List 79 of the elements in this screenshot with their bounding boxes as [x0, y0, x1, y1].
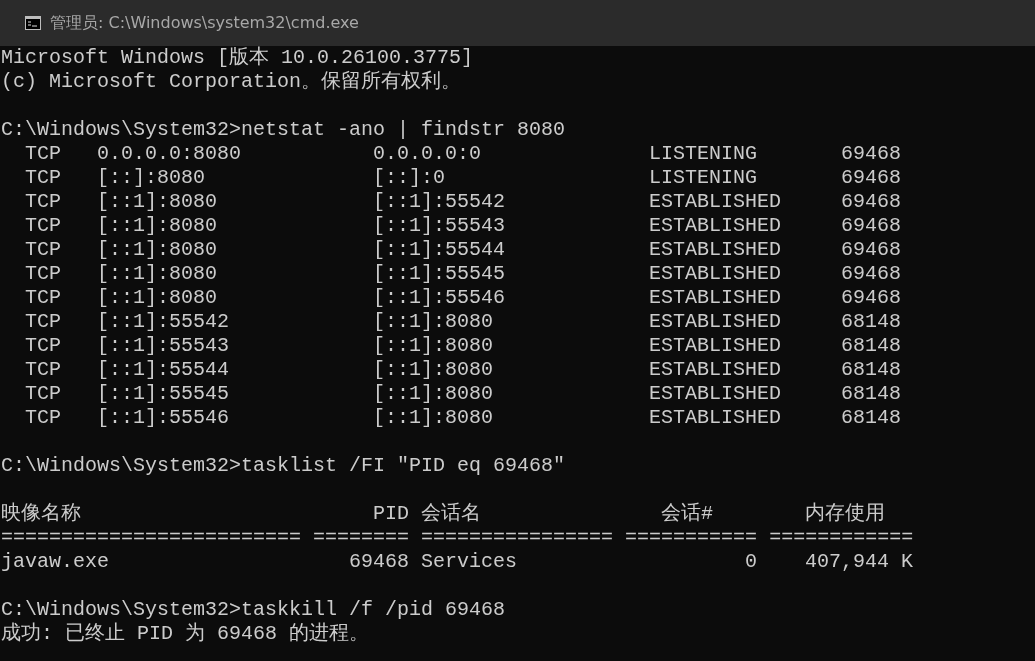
table-cell: [::1]:55543 — [373, 214, 506, 238]
table-cell: [::1]:8080 — [373, 406, 494, 430]
table-cell: TCP — [25, 334, 61, 358]
table-cell: [::1]:8080 — [97, 262, 218, 286]
table-cell: ESTABLISHED — [649, 358, 782, 382]
table-cell: 0.0.0.0:0 — [373, 142, 482, 166]
column-header: 会话名 — [421, 502, 482, 526]
table-cell: 68148 — [841, 406, 902, 430]
table-cell: 0.0.0.0:8080 — [97, 142, 242, 166]
table-cell: [::1]:8080 — [373, 310, 494, 334]
table-cell: [::1]:55544 — [373, 238, 506, 262]
table-cell: [::1]:55543 — [97, 334, 230, 358]
table-cell: ESTABLISHED — [649, 406, 782, 430]
command-line: C:\Windows\System32>netstat -ano | findstr 8080 — [1, 118, 566, 142]
table-cell: [::1]:55544 — [97, 358, 230, 382]
table-cell: 69468 — [841, 214, 902, 238]
table-cell: 0 — [745, 550, 758, 574]
table-cell: ESTABLISHED — [649, 286, 782, 310]
output-line: (c) Microsoft Corporation。保留所有权利。 — [1, 70, 462, 94]
table-cell: TCP — [25, 190, 61, 214]
table-cell: ESTABLISHED — [649, 334, 782, 358]
output-line: 成功: 已终止 PID 为 69468 的进程。 — [1, 622, 370, 646]
table-cell: [::1]:55545 — [97, 382, 230, 406]
table-cell: ESTABLISHED — [649, 238, 782, 262]
table-cell: [::1]:8080 — [373, 334, 494, 358]
table-cell: TCP — [25, 142, 61, 166]
table-cell: ESTABLISHED — [649, 382, 782, 406]
table-cell: 69468 — [841, 190, 902, 214]
output-line: ========================= ======== ================ =========== ============ — [1, 526, 914, 550]
table-cell: TCP — [25, 262, 61, 286]
table-cell: 68148 — [841, 358, 902, 382]
table-cell: TCP — [25, 310, 61, 334]
table-cell: ESTABLISHED — [649, 262, 782, 286]
command-line: C:\Windows\System32>taskkill /f /pid 69468 — [1, 598, 506, 622]
table-cell: Services — [421, 550, 518, 574]
column-header: 内存使用 — [805, 502, 886, 526]
table-cell: 69468 — [841, 238, 902, 262]
table-cell: [::]:8080 — [97, 166, 206, 190]
table-cell: [::1]:8080 — [373, 358, 494, 382]
table-cell: TCP — [25, 166, 61, 190]
table-cell: 68148 — [841, 334, 902, 358]
table-cell: TCP — [25, 214, 61, 238]
table-cell: 69468 — [841, 142, 902, 166]
table-cell: [::1]:55545 — [373, 262, 506, 286]
table-cell: ESTABLISHED — [649, 310, 782, 334]
table-cell: [::1]:55546 — [97, 406, 230, 430]
table-cell: TCP — [25, 238, 61, 262]
column-header: 映像名称 — [1, 502, 81, 526]
command-line: C:\Windows\System32>tasklist /FI "PID eq 69468" — [1, 454, 566, 478]
table-cell: ESTABLISHED — [649, 190, 782, 214]
table-cell: TCP — [25, 406, 61, 430]
table-cell: TCP — [25, 358, 61, 382]
table-cell: 407,944 K — [805, 550, 914, 574]
table-cell: 69468 — [841, 286, 902, 310]
table-cell: [::1]:8080 — [97, 238, 218, 262]
table-cell: LISTENING — [649, 142, 758, 166]
terminal-icon — [25, 16, 41, 30]
table-cell: 69468 — [841, 262, 902, 286]
table-cell: [::1]:55546 — [373, 286, 506, 310]
table-cell: [::1]:55542 — [97, 310, 230, 334]
table-cell: 69468 — [349, 550, 410, 574]
table-cell: 68148 — [841, 382, 902, 406]
table-cell: [::1]:8080 — [97, 286, 218, 310]
window-title: 管理员: C:\Windows\system32\cmd.exe — [50, 12, 359, 34]
table-cell: [::]:0 — [373, 166, 446, 190]
table-cell: LISTENING — [649, 166, 758, 190]
table-cell: TCP — [25, 382, 61, 406]
table-cell: TCP — [25, 286, 61, 310]
table-cell: [::1]:8080 — [97, 190, 218, 214]
table-cell: 69468 — [841, 166, 902, 190]
table-cell: [::1]:8080 — [373, 382, 494, 406]
column-header: PID — [373, 502, 410, 526]
table-cell: [::1]:55542 — [373, 190, 506, 214]
table-cell: javaw.exe — [1, 550, 110, 574]
table-cell: [::1]:8080 — [97, 214, 218, 238]
output-line: Microsoft Windows [版本 10.0.26100.3775] — [1, 46, 474, 70]
table-cell: ESTABLISHED — [649, 214, 782, 238]
column-header: 会话# — [661, 502, 714, 526]
table-cell: 68148 — [841, 310, 902, 334]
